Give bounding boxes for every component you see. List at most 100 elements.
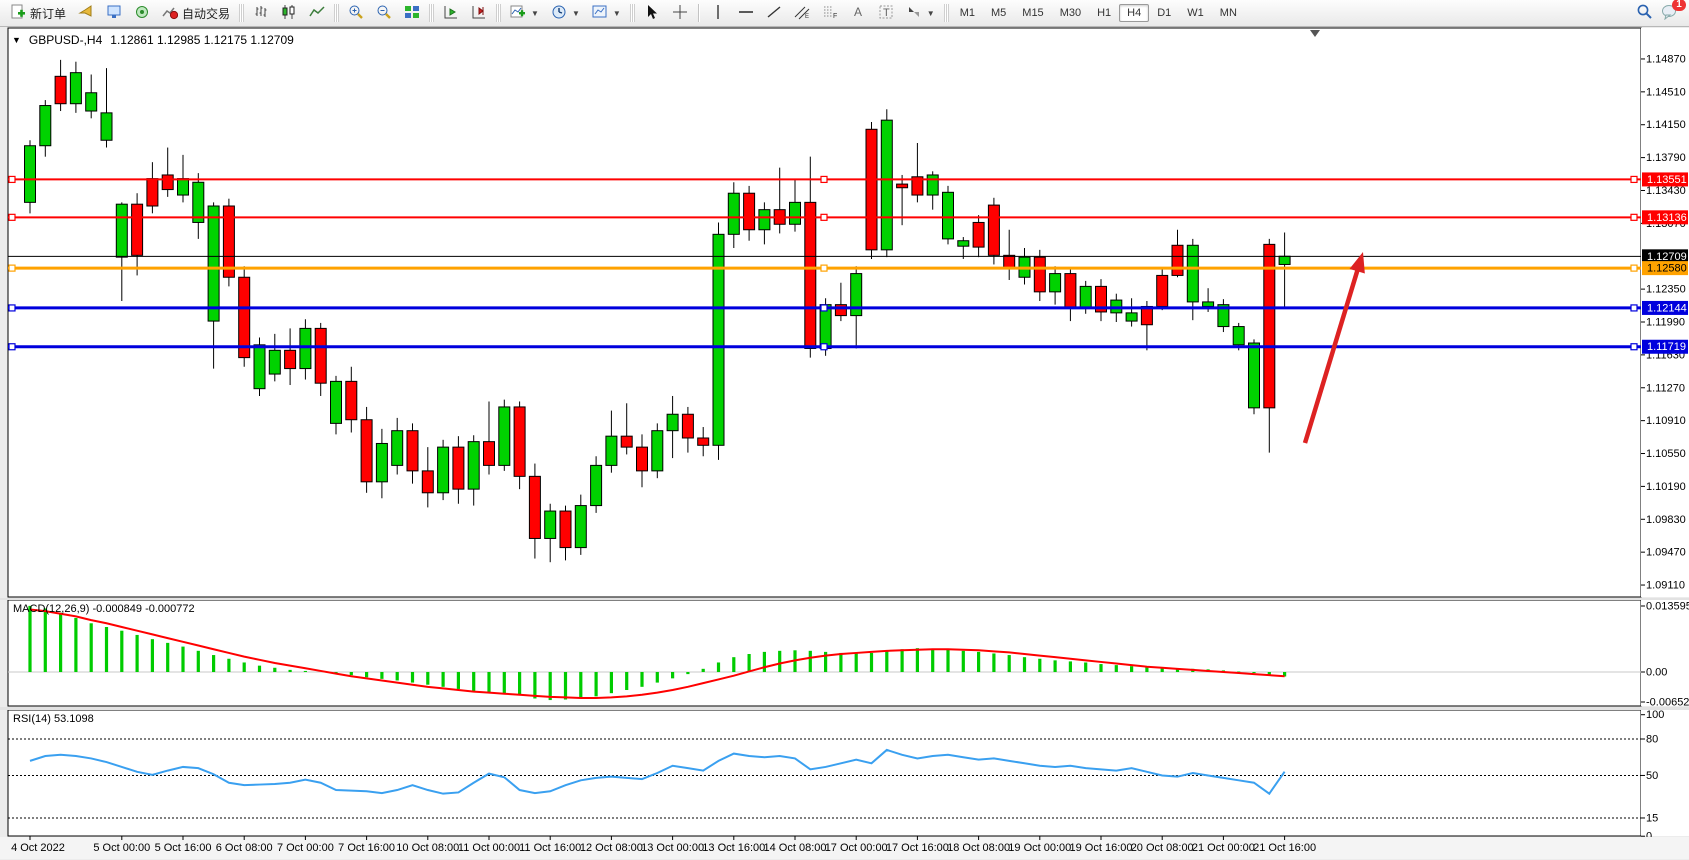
candle[interactable] — [728, 193, 739, 234]
candle[interactable] — [1050, 274, 1061, 292]
hline-handle[interactable] — [821, 344, 827, 350]
candle[interactable] — [55, 76, 66, 103]
candle[interactable] — [25, 146, 36, 203]
candle[interactable] — [422, 471, 433, 493]
timeframe-H1[interactable]: H1 — [1089, 4, 1119, 22]
candle[interactable] — [1233, 327, 1244, 345]
crosshair-button[interactable] — [666, 3, 694, 23]
line-chart-button[interactable] — [303, 3, 331, 23]
bar-chart-button[interactable] — [247, 3, 275, 23]
candle[interactable] — [805, 202, 816, 348]
timeframe-M15[interactable]: M15 — [1014, 4, 1051, 22]
candle[interactable] — [1034, 257, 1045, 292]
candle[interactable] — [790, 202, 801, 224]
arrows-button[interactable]: ▼ — [900, 3, 941, 23]
candle[interactable] — [1080, 286, 1091, 308]
candle[interactable] — [315, 328, 326, 383]
hline-handle[interactable] — [9, 176, 15, 182]
new-order-button[interactable]: 新订单 — [4, 3, 72, 23]
candle[interactable] — [560, 511, 571, 548]
candle[interactable] — [331, 381, 342, 423]
tile-windows-button[interactable] — [398, 3, 426, 23]
candle[interactable] — [86, 93, 97, 111]
candle[interactable] — [835, 305, 846, 316]
collapse-triangle-icon[interactable]: ▼ — [12, 35, 21, 45]
candle[interactable] — [1065, 274, 1076, 309]
candle[interactable] — [667, 414, 678, 430]
cursor-button[interactable] — [638, 3, 666, 23]
autotrading-button[interactable]: 自动交易 — [156, 3, 236, 23]
hline-handle[interactable] — [1631, 305, 1637, 311]
candle[interactable] — [1157, 275, 1168, 306]
candle[interactable] — [1249, 343, 1260, 408]
candle[interactable] — [407, 431, 418, 471]
signals-button[interactable] — [128, 3, 156, 23]
candle[interactable] — [1279, 256, 1290, 264]
candle[interactable] — [453, 447, 464, 489]
candle[interactable] — [881, 120, 892, 250]
market-button[interactable] — [100, 3, 128, 23]
candle[interactable] — [637, 447, 648, 471]
candle[interactable] — [162, 175, 173, 190]
candle[interactable] — [621, 436, 632, 447]
candle[interactable] — [178, 179, 189, 195]
zoom-out-button[interactable] — [370, 3, 398, 23]
candle[interactable] — [744, 193, 755, 230]
pane-splitter[interactable] — [0, 707, 1689, 710]
candle[interactable] — [958, 241, 969, 246]
candle[interactable] — [499, 407, 510, 465]
templates-button[interactable]: ▼ — [586, 3, 627, 23]
rsi-pane[interactable] — [8, 710, 1641, 836]
candle[interactable] — [147, 179, 158, 206]
candle[interactable] — [682, 414, 693, 438]
candle[interactable] — [514, 407, 525, 476]
candle[interactable] — [545, 511, 556, 538]
candle[interactable] — [973, 222, 984, 247]
candle[interactable] — [132, 204, 143, 255]
candle[interactable] — [269, 350, 280, 374]
chart-shift-button[interactable] — [465, 3, 493, 23]
candle[interactable] — [759, 210, 770, 230]
hline-handle[interactable] — [821, 265, 827, 271]
candle[interactable] — [285, 350, 296, 368]
sounds-button[interactable] — [72, 3, 100, 23]
auto-scroll-button[interactable] — [437, 3, 465, 23]
candle[interactable] — [392, 431, 403, 466]
timeframe-W1[interactable]: W1 — [1179, 4, 1212, 22]
periods-button[interactable]: ▼ — [545, 3, 586, 23]
text-button[interactable]: A — [844, 3, 872, 23]
candle[interactable] — [208, 206, 219, 321]
trendline-button[interactable] — [760, 3, 788, 23]
hline-handle[interactable] — [9, 214, 15, 220]
zoom-in-button[interactable] — [342, 3, 370, 23]
candle[interactable] — [591, 465, 602, 505]
timeframe-M5[interactable]: M5 — [983, 4, 1014, 22]
candle[interactable] — [1172, 245, 1183, 275]
candle[interactable] — [361, 420, 372, 482]
channel-button[interactable]: E — [788, 3, 816, 23]
candle[interactable] — [1203, 302, 1214, 307]
notifications-button[interactable]: 1 — [1661, 4, 1679, 23]
search-icon[interactable] — [1636, 3, 1653, 23]
timeframe-MN[interactable]: MN — [1212, 4, 1245, 22]
candle[interactable] — [988, 205, 999, 255]
candle[interactable] — [376, 443, 387, 481]
chart-canvas[interactable]: 1.148701.145101.141501.137901.134301.130… — [0, 27, 1689, 860]
candle[interactable] — [116, 204, 127, 257]
candle[interactable] — [254, 345, 265, 389]
candle[interactable] — [484, 442, 495, 466]
hline-handle[interactable] — [1631, 344, 1637, 350]
candle[interactable] — [606, 436, 617, 465]
candle[interactable] — [1187, 245, 1198, 302]
candle[interactable] — [346, 381, 357, 419]
indicators-button[interactable]: ▼ — [504, 3, 545, 23]
text-label-button[interactable]: T — [872, 3, 900, 23]
hline-handle[interactable] — [821, 305, 827, 311]
candle[interactable] — [652, 431, 663, 471]
hline-handle[interactable] — [1631, 176, 1637, 182]
candle[interactable] — [70, 73, 81, 104]
candle[interactable] — [897, 184, 908, 188]
candlestick-chart-button[interactable] — [275, 3, 303, 23]
candle[interactable] — [300, 328, 311, 368]
candle[interactable] — [698, 438, 709, 445]
